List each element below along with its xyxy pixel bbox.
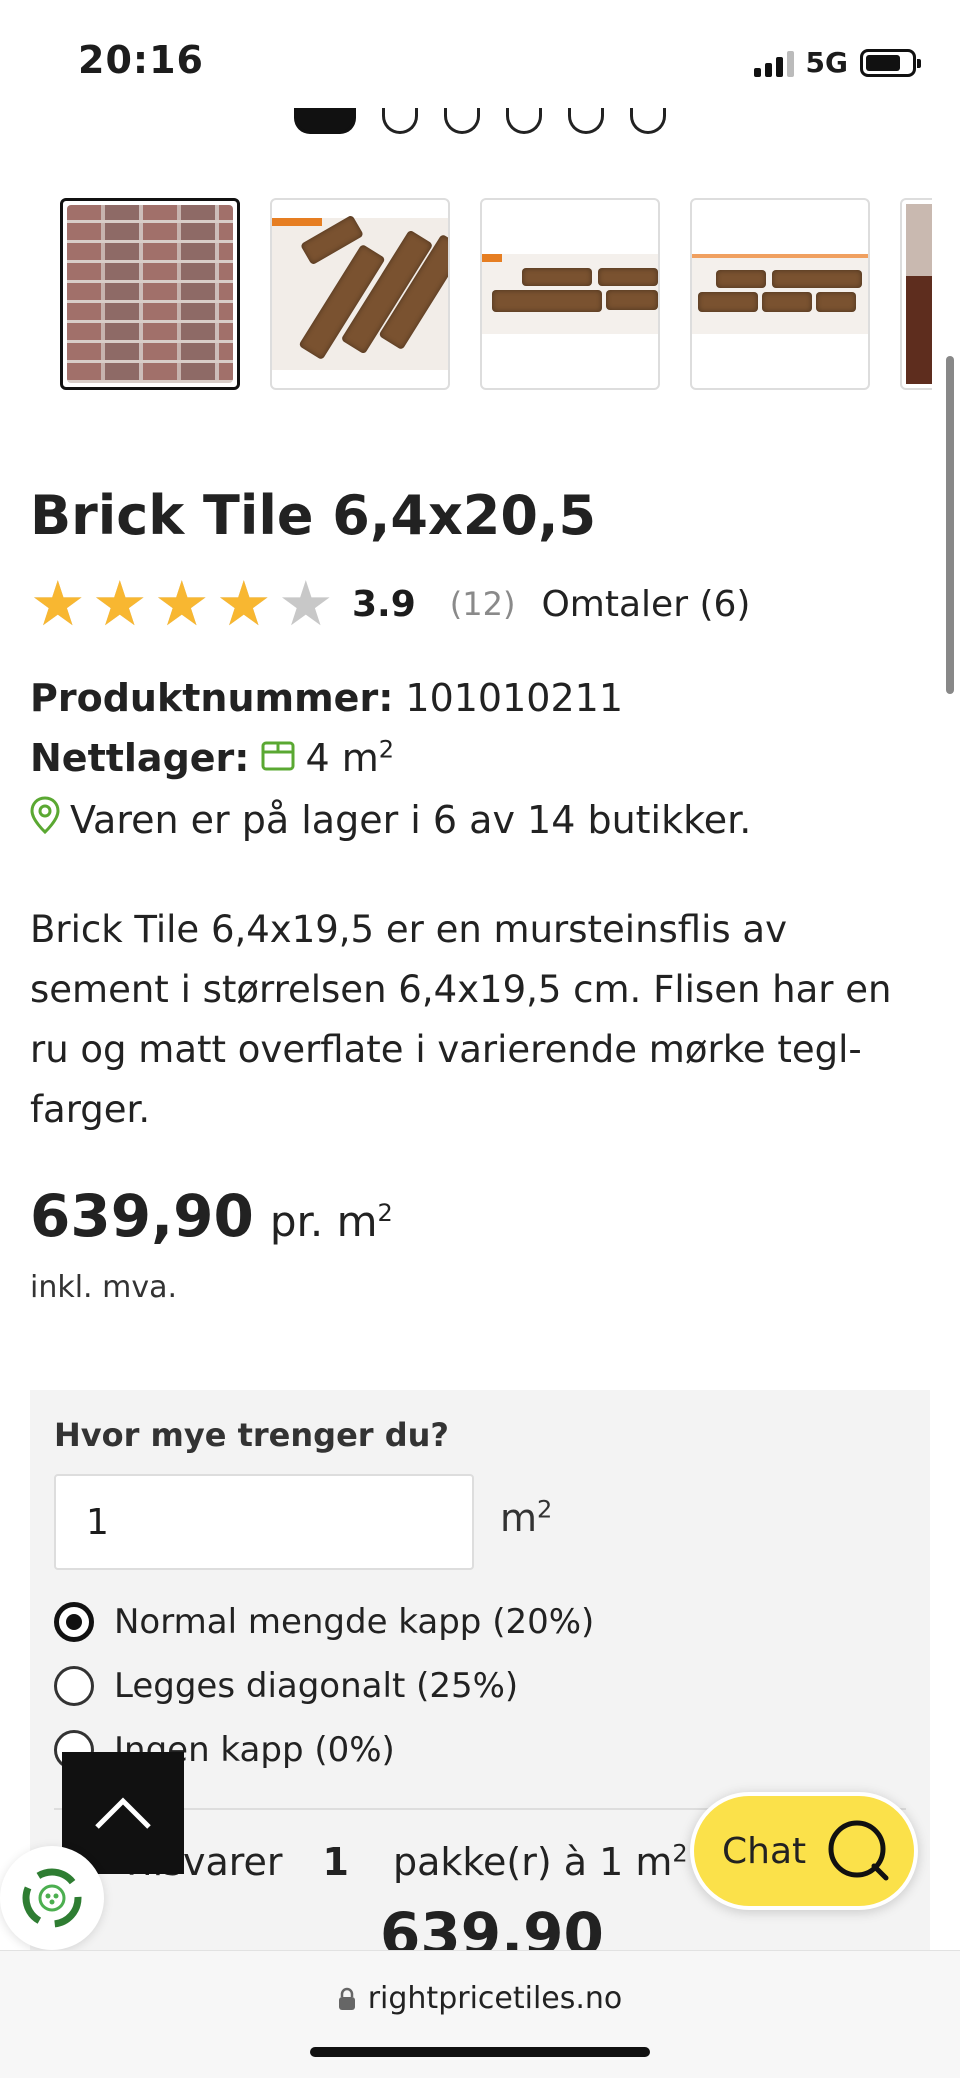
thumbnail-tiles-diagonal[interactable] <box>270 198 450 390</box>
rating-row[interactable]: ★★★★★★★★★★ 3.9 (12) Omtaler (6) <box>30 572 750 636</box>
thumbnail-brick-wall[interactable] <box>60 198 240 390</box>
carousel-dot[interactable] <box>630 108 666 134</box>
network-type: 5G <box>805 46 848 79</box>
room-image <box>906 204 932 384</box>
radio-button[interactable] <box>54 1602 94 1642</box>
product-number-row: Produktnummer: 101010211 <box>30 676 623 720</box>
chat-button[interactable]: Chat <box>690 1792 918 1910</box>
store-availability-row[interactable]: Varen er på lager i 6 av 14 butikker. <box>30 796 751 843</box>
rating-value: 3.9 <box>352 583 416 625</box>
waste-option-normal[interactable]: Normal mengde kapp (20%) <box>54 1602 594 1642</box>
calculator-heading: Hvor mye trenger du? <box>54 1416 449 1454</box>
star-icon: ★★ <box>30 567 86 640</box>
product-number: 101010211 <box>405 676 623 720</box>
carousel-dot[interactable] <box>444 108 480 134</box>
quantity-unit: m2 <box>500 1495 553 1540</box>
scrollbar[interactable] <box>946 356 954 694</box>
star-icon: ★★ <box>92 567 148 640</box>
status-time: 20:16 <box>78 38 204 82</box>
radio-button[interactable] <box>54 1666 94 1706</box>
product-description: Brick Tile 6,4x19,5 er en mursteinsflis … <box>30 908 892 1131</box>
price-row: 639,90 pr. m2 <box>30 1182 393 1250</box>
price-unit: pr. m2 <box>269 1197 393 1246</box>
thumbnail-room[interactable] <box>900 198 932 390</box>
thumbnail-strip[interactable] <box>60 198 932 392</box>
status-indicators: 5G <box>753 46 921 79</box>
carousel-dot[interactable] <box>382 108 418 134</box>
lock-icon <box>338 1987 355 2010</box>
carousel-dot[interactable] <box>294 108 356 134</box>
package-summary: Tilsvarer 1 pakke(r) à 1 m2 <box>120 1840 688 1884</box>
home-indicator[interactable] <box>310 2047 650 2057</box>
location-pin-icon <box>30 796 60 843</box>
rating-count: (12) <box>449 585 516 623</box>
carousel-dot[interactable] <box>506 108 542 134</box>
chevron-up-icon <box>95 1797 151 1829</box>
tiles-flat-image-2 <box>692 254 868 334</box>
status-bar: 20:16 5G <box>0 0 960 118</box>
carousel-dot[interactable] <box>568 108 604 134</box>
stock-value: 4 m2 <box>305 735 395 780</box>
url-text: rightpricetiles.no <box>367 1981 623 2016</box>
vat-note: inkl. mva. <box>30 1270 178 1305</box>
recycle-badge[interactable] <box>0 1846 104 1950</box>
stock-label: Nettlager: <box>30 736 250 780</box>
waste-option-label: Legges diagonalt (25%) <box>114 1666 519 1706</box>
thumbnail-tiles-flat[interactable] <box>480 198 660 390</box>
star-icon: ★★ <box>278 567 334 640</box>
store-availability-text: Varen er på lager i 6 av 14 butikker. <box>70 797 752 842</box>
star-icon: ★★ <box>154 567 210 640</box>
price-value: 639,90 <box>30 1182 254 1250</box>
product-number-label: Produktnummer: <box>30 676 394 720</box>
chat-label: Chat <box>722 1830 807 1872</box>
waste-option-diagonal[interactable]: Legges diagonalt (25%) <box>54 1666 518 1706</box>
chat-bubble-icon <box>828 1820 889 1881</box>
star-rating: ★★★★★★★★★★ <box>30 572 336 636</box>
waste-option-label: Normal mengde kapp (20%) <box>114 1602 595 1642</box>
carousel-dots <box>294 108 666 134</box>
package-total-price: 639,90 <box>380 1900 604 1950</box>
package-text: pakke(r) à 1 m2 <box>392 1839 688 1884</box>
box-icon <box>261 736 295 780</box>
quantity-input[interactable]: 1 <box>54 1474 474 1570</box>
star-icon: ★★ <box>216 567 272 640</box>
thumbnail-tiles-flat-2[interactable] <box>690 198 870 390</box>
brick-wall-image <box>67 205 233 383</box>
browser-bar: rightpricetiles.no <box>0 1950 960 2078</box>
battery-icon <box>860 48 921 77</box>
package-count: 1 <box>322 1840 349 1884</box>
tiles-diagonal-image <box>272 214 448 370</box>
stock-row: Nettlager: 4 m2 <box>30 736 394 780</box>
tiles-flat-image <box>482 254 658 334</box>
recycle-icon <box>22 1868 82 1928</box>
product-title: Brick Tile 6,4x20,5 <box>30 484 597 547</box>
reviews-link[interactable]: Omtaler (6) <box>541 584 750 625</box>
signal-icon <box>753 49 794 77</box>
address-bar[interactable]: rightpricetiles.no <box>0 1981 960 2016</box>
